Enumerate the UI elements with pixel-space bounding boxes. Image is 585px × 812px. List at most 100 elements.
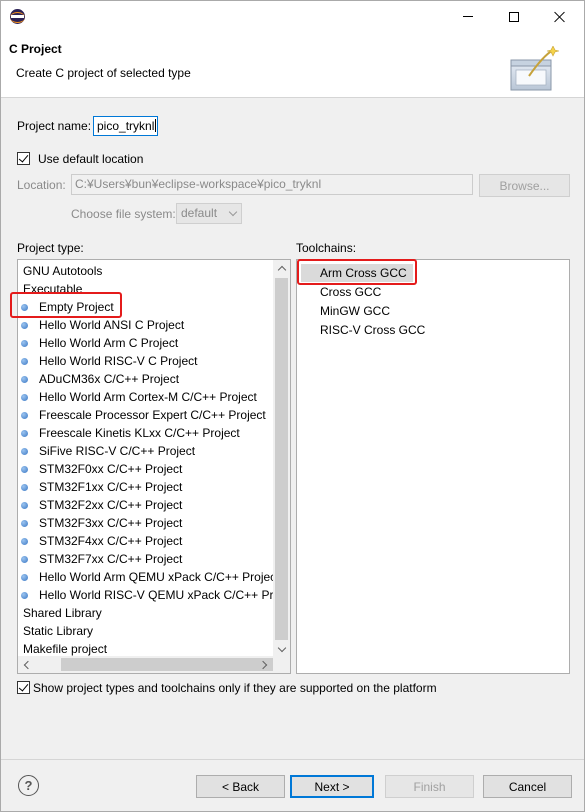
project-type-label: Executable: [23, 282, 83, 296]
project-template-bullet-icon: [21, 466, 28, 473]
project-type-label: Empty Project: [39, 300, 114, 314]
project-type-item[interactable]: GNU Autotools: [18, 262, 276, 280]
project-type-label: Freescale Kinetis KLxx C/C++ Project: [39, 426, 240, 440]
toolchain-label: Arm Cross GCC: [320, 266, 407, 280]
project-type-heading: Project type:: [17, 241, 84, 255]
project-template-bullet-icon: [21, 574, 28, 581]
project-type-item[interactable]: ADuCM36x C/C++ Project: [18, 370, 276, 388]
close-icon: [554, 11, 566, 23]
project-type-item[interactable]: Hello World RISC-V QEMU xPack C/C++ Proj…: [18, 586, 290, 604]
show-supported-only-checkbox[interactable]: [17, 681, 30, 694]
project-name-label: Project name:: [17, 119, 92, 133]
minimize-button[interactable]: [445, 1, 491, 32]
project-type-item[interactable]: Static Library: [18, 622, 276, 640]
project-template-bullet-icon: [21, 592, 28, 599]
toolchains-heading: Toolchains:: [296, 241, 357, 255]
project-type-label: SiFive RISC-V C/C++ Project: [39, 444, 196, 458]
project-type-label: STM32F4xx C/C++ Project: [39, 534, 183, 548]
c-project-wizard-window: C Project Create C project of selected t…: [0, 0, 585, 812]
project-type-item[interactable]: Hello World RISC-V C Project: [18, 352, 276, 370]
project-template-bullet-icon: [21, 484, 28, 491]
close-button[interactable]: [537, 1, 583, 32]
project-template-bullet-icon: [21, 358, 28, 365]
project-type-item[interactable]: STM32F3xx C/C++ Project: [18, 514, 276, 532]
project-type-label: STM32F2xx C/C++ Project: [39, 498, 183, 512]
title-bar[interactable]: [1, 1, 584, 32]
project-type-label: Shared Library: [23, 606, 102, 620]
toolchain-item[interactable]: Arm Cross GCC: [297, 264, 567, 282]
project-type-item[interactable]: STM32F2xx C/C++ Project: [18, 496, 276, 514]
project-template-bullet-icon: [21, 538, 28, 545]
next-label: Next >: [314, 779, 350, 794]
project-type-item[interactable]: Hello World Arm C Project: [18, 334, 276, 352]
toolchain-item[interactable]: Cross GCC: [297, 283, 567, 301]
project-type-item[interactable]: STM32F0xx C/C++ Project: [18, 460, 276, 478]
project-type-item[interactable]: Executable: [18, 280, 276, 298]
finish-label: Finish: [413, 779, 446, 794]
project-type-item[interactable]: SiFive RISC-V C/C++ Project: [18, 442, 276, 460]
project-type-label: Freescale Processor Expert C/C++ Project: [39, 408, 266, 422]
help-icon[interactable]: ?: [18, 775, 39, 796]
project-type-item[interactable]: Freescale Kinetis KLxx C/C++ Project: [18, 424, 276, 442]
scroll-up-arrow-icon[interactable]: [273, 260, 290, 277]
project-type-label: Hello World ANSI C Project: [39, 318, 185, 332]
scroll-left-arrow-icon[interactable]: [18, 656, 35, 673]
project-type-label: Hello World Arm Cortex-M C/C++ Project: [39, 390, 257, 404]
project-type-label: STM32F7xx C/C++ Project: [39, 552, 183, 566]
file-system-value: default: [181, 206, 218, 220]
project-template-bullet-icon: [21, 448, 28, 455]
toolchain-item[interactable]: RISC-V Cross GCC: [297, 321, 567, 339]
eclipse-icon: [10, 9, 25, 24]
project-type-item[interactable]: STM32F7xx C/C++ Project: [18, 550, 276, 568]
page-description: Create C project of selected type: [16, 66, 191, 80]
project-template-bullet-icon: [21, 430, 28, 437]
vertical-scroll-thumb[interactable]: [275, 278, 288, 640]
finish-button[interactable]: Finish: [385, 775, 474, 798]
project-type-item[interactable]: Hello World Arm QEMU xPack C/C++ Project: [18, 568, 280, 586]
project-type-item[interactable]: Freescale Processor Expert C/C++ Project: [18, 406, 276, 424]
project-name-value: pico_tryknl: [97, 119, 155, 133]
file-system-select[interactable]: default: [176, 203, 242, 224]
project-type-item[interactable]: Shared Library: [18, 604, 276, 622]
scroll-right-arrow-icon[interactable]: [256, 656, 273, 673]
project-template-bullet-icon: [21, 304, 28, 311]
project-template-bullet-icon: [21, 502, 28, 509]
project-type-item[interactable]: STM32F4xx C/C++ Project: [18, 532, 276, 550]
project-type-label: STM32F0xx C/C++ Project: [39, 462, 183, 476]
project-type-item[interactable]: Hello World Arm Cortex-M C/C++ Project: [18, 388, 276, 406]
project-template-bullet-icon: [21, 394, 28, 401]
toolchains-list[interactable]: Arm Cross GCC Cross GCC MinGW GCC RISC-V Cr…: [296, 259, 570, 674]
project-type-item[interactable]: Hello World ANSI C Project: [18, 316, 276, 334]
project-template-bullet-icon: [21, 412, 28, 419]
toolchain-label: RISC-V Cross GCC: [320, 323, 426, 337]
project-name-field[interactable]: pico_tryknl: [93, 116, 158, 136]
use-default-location-checkbox[interactable]: [17, 152, 30, 165]
use-default-location-label: Use default location: [38, 152, 144, 166]
toolchain-item[interactable]: MinGW GCC: [297, 302, 567, 320]
project-type-label: GNU Autotools: [23, 264, 103, 278]
project-template-bullet-icon: [21, 376, 28, 383]
horizontal-scroll-thumb[interactable]: [61, 658, 273, 671]
chevron-down-icon: [228, 207, 238, 217]
project-type-item[interactable]: STM32F1xx C/C++ Project: [18, 478, 276, 496]
wizard-header: C Project Create C project of selected t…: [1, 32, 584, 98]
new-project-wizard-icon: [510, 46, 559, 91]
cancel-button[interactable]: Cancel: [483, 775, 572, 798]
project-type-horizontal-scrollbar[interactable]: [18, 656, 273, 673]
browse-button[interactable]: Browse...: [479, 174, 570, 197]
project-type-label: Hello World Arm C Project: [39, 336, 179, 350]
project-type-item[interactable]: Empty Project: [18, 298, 276, 316]
project-type-label: ADuCM36x C/C++ Project: [39, 372, 180, 386]
toolchain-label: MinGW GCC: [320, 304, 390, 318]
next-button[interactable]: Next >: [290, 775, 374, 798]
back-label: < Back: [221, 779, 260, 794]
back-button[interactable]: < Back: [196, 775, 285, 798]
toolchain-label: Cross GCC: [320, 285, 382, 299]
text-caret: [155, 119, 157, 132]
location-field[interactable]: C:¥Users¥bun¥eclipse-workspace¥pico_tryk…: [71, 174, 473, 195]
project-type-list[interactable]: GNU Autotools Executable Empty Project Hell…: [17, 259, 291, 674]
project-type-vertical-scrollbar[interactable]: [273, 260, 290, 658]
maximize-icon: [509, 11, 519, 22]
maximize-button[interactable]: [491, 1, 537, 32]
show-supported-only-label: Show project types and toolchains only i…: [33, 681, 437, 695]
